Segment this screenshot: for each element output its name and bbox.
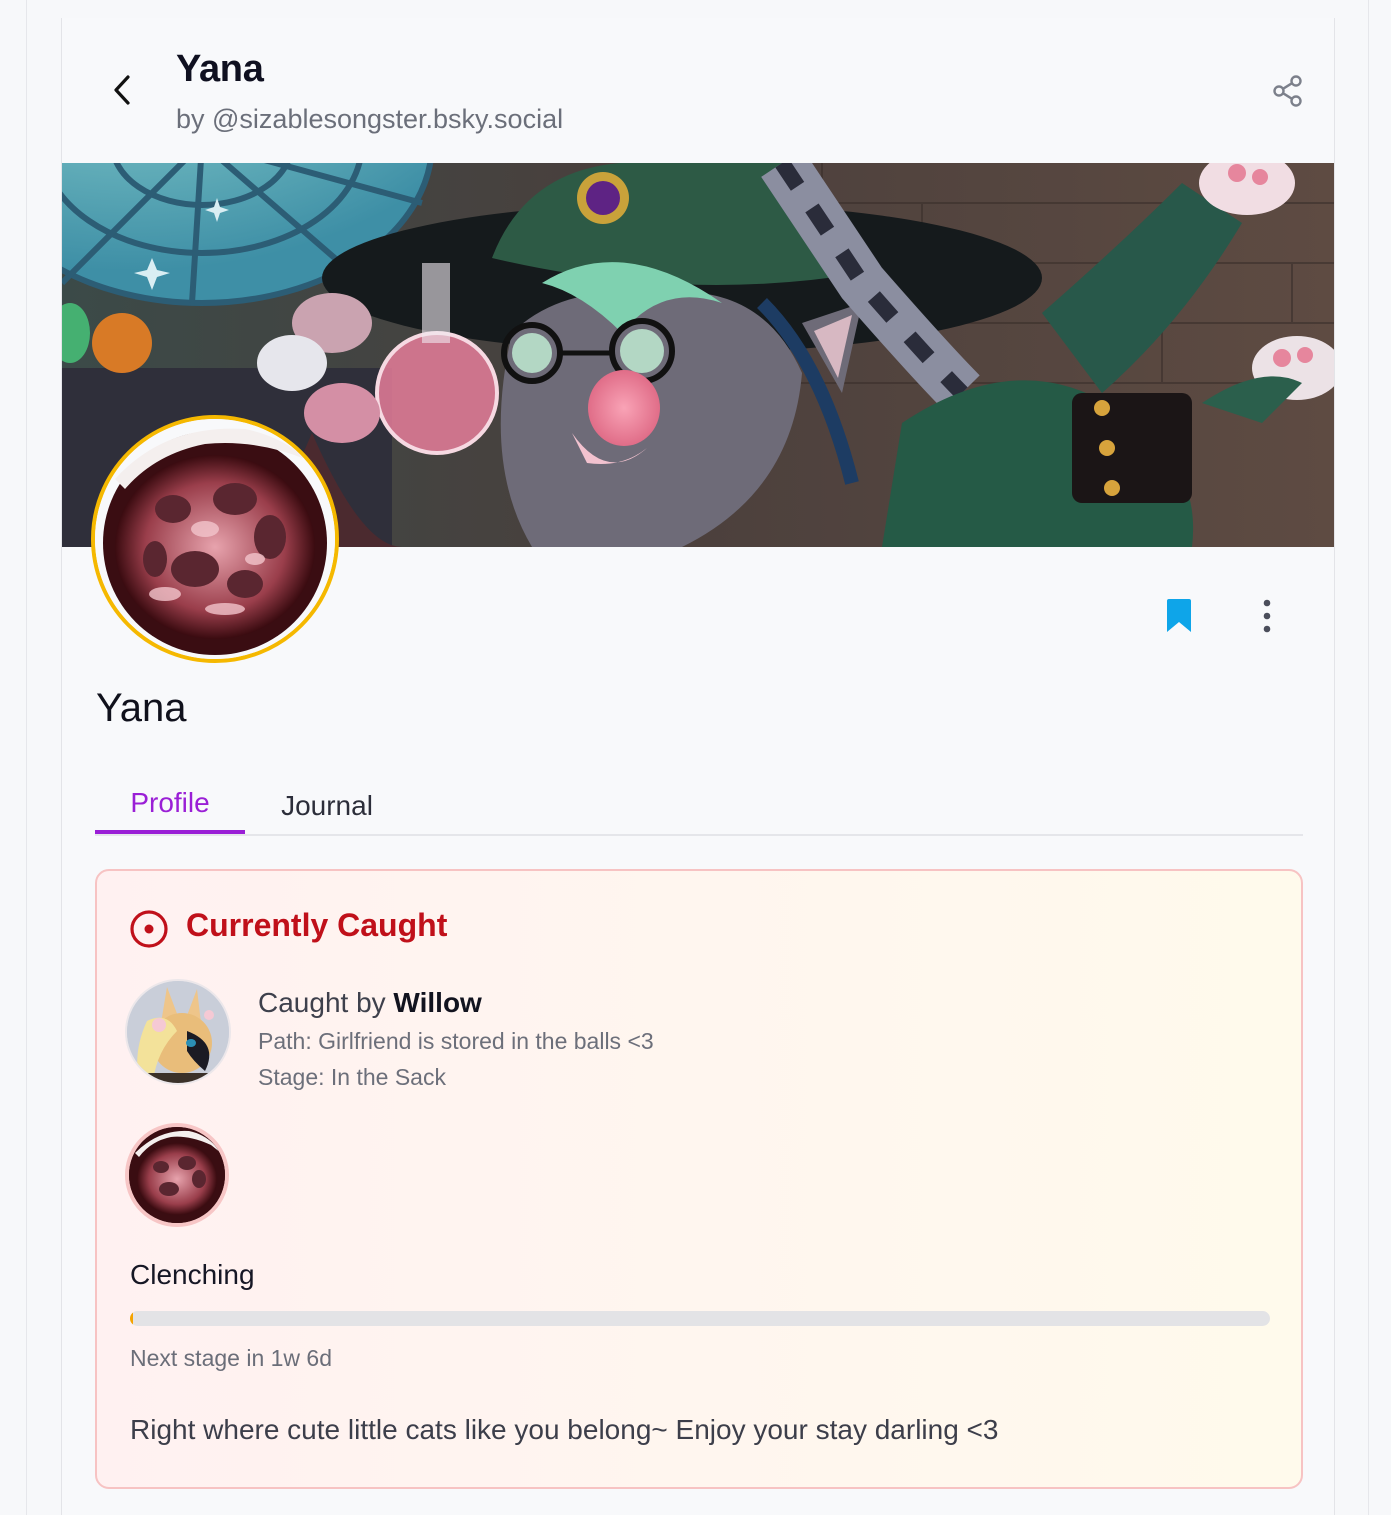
page-subtitle[interactable]: by @sizablesongster.bsky.social (176, 104, 563, 135)
stage-avatar-image (129, 1127, 225, 1223)
captor-avatar-image (127, 981, 229, 1083)
page-title: Yana (176, 48, 264, 90)
caught-stage: Stage: In the Sack (258, 1064, 446, 1090)
back-button[interactable] (102, 70, 142, 110)
profile-tabs: Profile Journal (95, 776, 1303, 836)
next-stage-timer: Next stage in 1w 6d (130, 1345, 333, 1371)
more-vertical-icon (1263, 599, 1271, 633)
tab-profile[interactable]: Profile (95, 776, 245, 834)
caught-by-text: Caught by Willow (258, 987, 482, 1019)
chevron-left-icon (114, 75, 130, 105)
profile-avatar[interactable] (91, 415, 339, 663)
caught-path: Path: Girlfriend is stored in the balls … (258, 1028, 654, 1054)
frame-border-left (26, 0, 27, 1515)
caught-title: Currently Caught (186, 907, 448, 943)
more-options-button[interactable] (1252, 596, 1282, 636)
currently-caught-card: Currently Caught Caught by Willow Path: … (95, 869, 1303, 1489)
avatar-image (95, 419, 335, 659)
captor-avatar[interactable] (125, 979, 231, 1085)
bookmark-button[interactable] (1162, 596, 1196, 636)
captor-name-link[interactable]: Willow (393, 987, 481, 1018)
caught-by-prefix: Caught by (258, 987, 386, 1018)
stage-avatar (125, 1123, 229, 1227)
share-button[interactable] (1270, 73, 1306, 109)
target-icon (130, 910, 168, 948)
stage-progress-bar (130, 1311, 1270, 1326)
stage-status-name: Clenching (130, 1259, 255, 1290)
stage-progress-fill (130, 1311, 134, 1326)
frame-border-right (1368, 0, 1369, 1515)
profile-page: Yana by @sizablesongster.bsky.social Yan… (61, 18, 1335, 1515)
share-icon (1273, 75, 1302, 107)
bookmark-icon (1167, 599, 1191, 632)
tab-journal[interactable]: Journal (261, 776, 393, 836)
captor-message: Right where cute little cats like you be… (130, 1414, 999, 1445)
profile-name: Yana (96, 686, 187, 730)
